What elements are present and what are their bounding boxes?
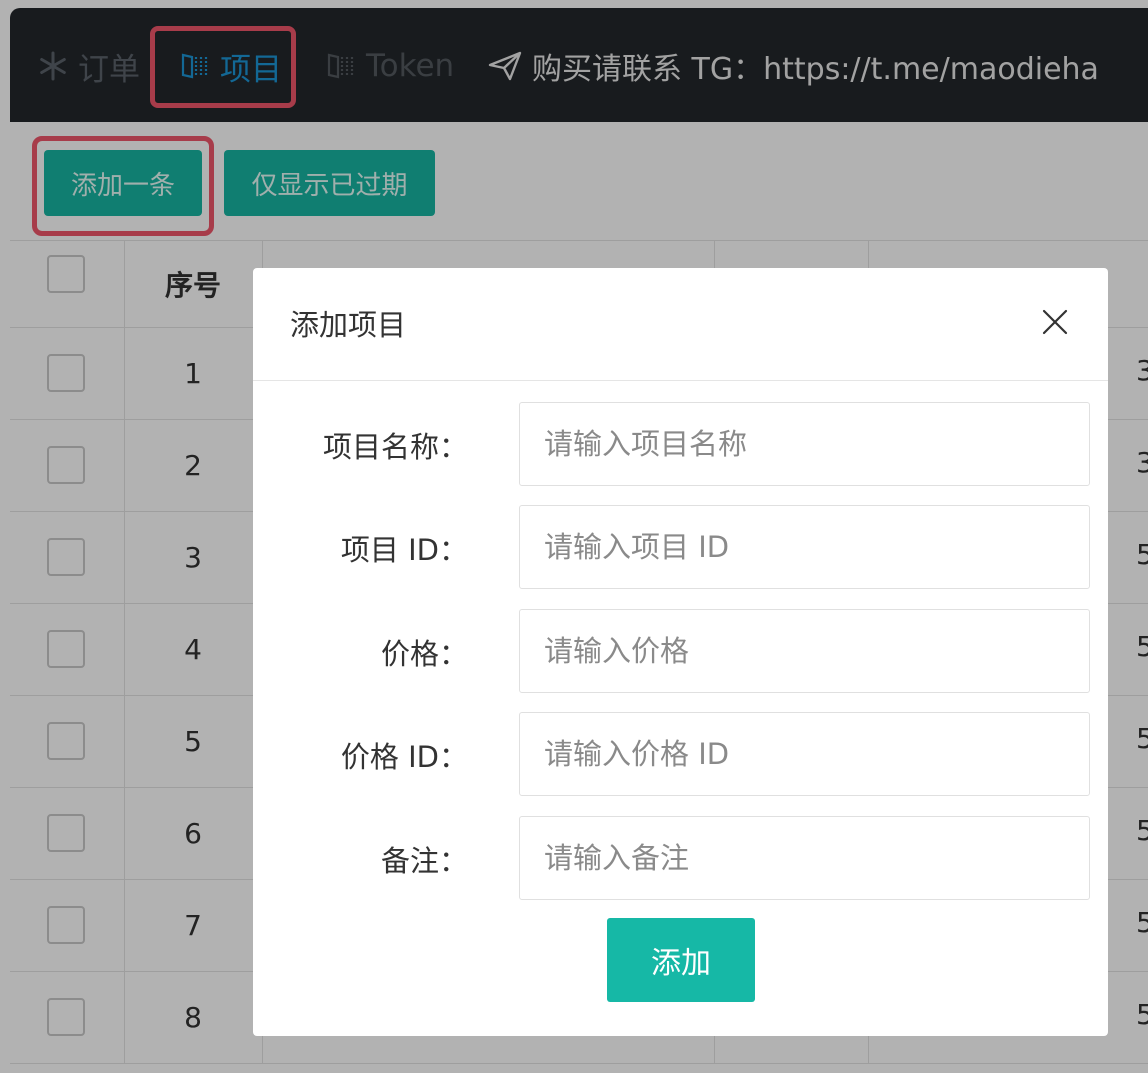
project-id-input[interactable] [519,505,1090,589]
project-name-label: 项目名称： [322,430,468,464]
form-row-project-name: 项目名称： [253,402,1108,488]
price-label: 价格： [380,637,468,671]
price-input[interactable] [519,609,1090,693]
submit-add-button[interactable]: 添加 [607,918,755,1002]
project-name-input[interactable] [519,402,1090,486]
dialog-divider [253,380,1108,381]
project-id-label: 项目 ID： [340,533,468,567]
remark-input[interactable] [519,816,1090,900]
price-id-label: 价格 ID： [340,740,468,774]
close-button[interactable] [1037,304,1073,340]
close-icon [1042,309,1068,335]
dialog-title: 添加项目 [290,308,407,342]
form-row-project-id: 项目 ID： [253,505,1108,591]
form-row-remark: 备注： [253,816,1108,902]
remark-label: 备注： [380,844,468,878]
form-row-price: 价格： [253,609,1108,695]
form-row-price-id: 价格 ID： [253,712,1108,798]
add-project-dialog: 添加项目 项目名称： 项目 ID： 价格： 价格 ID： 备注： 添加 [253,268,1108,1036]
price-id-input[interactable] [519,712,1090,796]
